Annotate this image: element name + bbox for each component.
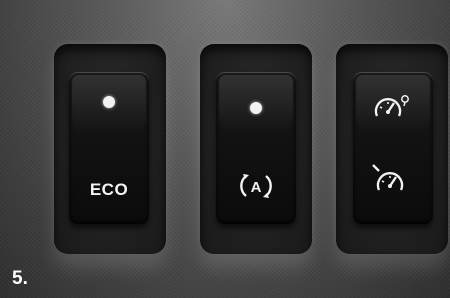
dashboard-switch-panel: ECO A 5.: [0, 0, 450, 298]
svg-text:A: A: [251, 179, 262, 196]
stop-start-auto-icon: A: [240, 174, 272, 198]
cruise-control-icon: [372, 164, 404, 191]
stop-start-indicator-led: [250, 102, 262, 114]
eco-switch[interactable]: ECO: [69, 72, 149, 224]
figure-caption: 5.: [12, 268, 28, 289]
eco-indicator-led: [103, 96, 115, 108]
stop-start-switch[interactable]: A: [216, 72, 296, 224]
eco-label: ECO: [89, 180, 129, 199]
speed-limiter-cruise-switch[interactable]: [353, 72, 433, 224]
speed-limiter-icon: [374, 95, 409, 117]
